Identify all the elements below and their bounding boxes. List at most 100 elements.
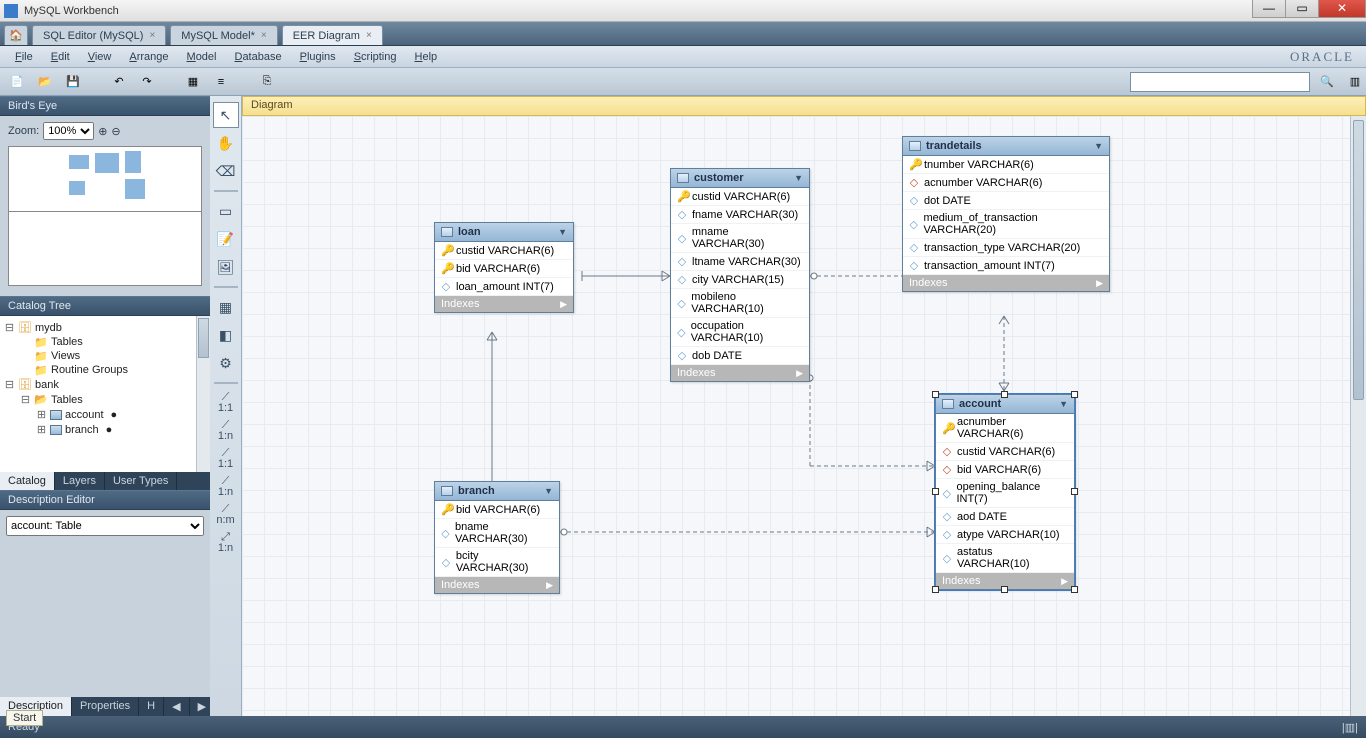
expand-icon[interactable]: ▶ — [546, 580, 553, 591]
desc-tab-h[interactable]: H — [139, 697, 164, 716]
chevron-down-icon[interactable]: ▼ — [1059, 399, 1068, 409]
tool-note[interactable]: 📝 — [213, 226, 239, 252]
tool-pointer[interactable]: ↖ — [213, 102, 239, 128]
zoom-in-icon[interactable]: ⊕ — [98, 125, 107, 138]
column-row[interactable]: ◇fname VARCHAR(30) — [671, 206, 809, 224]
tab-eer-diagram[interactable]: EER Diagram× — [282, 25, 383, 45]
canvas-tab[interactable]: Diagram — [242, 96, 1366, 116]
tool-hand[interactable]: ✋ — [213, 130, 239, 156]
tree-db-bank[interactable]: ⊟🗄bank — [4, 377, 206, 392]
description-select[interactable]: account: Table — [6, 516, 204, 536]
expand-icon[interactable]: ▶ — [796, 368, 803, 379]
column-row[interactable]: 🔑bid VARCHAR(6) — [435, 501, 559, 519]
align-button[interactable]: ≡ — [210, 71, 232, 93]
column-row[interactable]: ◇acnumber VARCHAR(6) — [903, 174, 1109, 192]
catalog-tab-layers[interactable]: Layers — [55, 472, 105, 490]
tree-table-account[interactable]: ⊞account● — [4, 407, 206, 422]
column-row[interactable]: ◇bname VARCHAR(30) — [435, 519, 559, 548]
column-row[interactable]: ◇bid VARCHAR(6) — [936, 461, 1074, 479]
column-row[interactable]: ◇astatus VARCHAR(10) — [936, 544, 1074, 573]
zoom-out-icon[interactable]: ⊖ — [111, 125, 120, 138]
home-tab[interactable]: 🏠 — [4, 25, 28, 45]
column-row[interactable]: 🔑custid VARCHAR(6) — [435, 242, 573, 260]
new-file-button[interactable]: 📄 — [6, 71, 28, 93]
close-button[interactable]: ✕ — [1318, 0, 1366, 18]
diagram-canvas[interactable]: loan▼ 🔑custid VARCHAR(6)🔑bid VARCHAR(6)◇… — [242, 116, 1366, 716]
chevron-down-icon[interactable]: ▼ — [558, 227, 567, 237]
minimize-button[interactable]: — — [1252, 0, 1286, 18]
entity-account[interactable]: account▼ 🔑acnumber VARCHAR(6)◇custid VAR… — [935, 394, 1075, 590]
tab-mysql-model[interactable]: MySQL Model*× — [170, 25, 277, 45]
menu-model[interactable]: Model — [178, 49, 226, 65]
column-row[interactable]: ◇mname VARCHAR(30) — [671, 224, 809, 253]
expand-icon[interactable]: ▶ — [560, 299, 567, 310]
tree-folder-routines[interactable]: 📁Routine Groups — [4, 363, 206, 377]
column-row[interactable]: ◇custid VARCHAR(6) — [936, 443, 1074, 461]
zoom-select[interactable]: 100% — [43, 122, 94, 140]
search-button[interactable]: 🔍 — [1316, 71, 1338, 93]
panel-icons[interactable]: |▥| — [1342, 721, 1358, 734]
panel-toggle-button[interactable]: ▥ — [1344, 71, 1366, 93]
menu-view[interactable]: View — [79, 49, 121, 65]
column-row[interactable]: 🔑acnumber VARCHAR(6) — [936, 414, 1074, 443]
tree-table-branch[interactable]: ⊞branch● — [4, 422, 206, 437]
column-row[interactable]: 🔑tnumber VARCHAR(6) — [903, 156, 1109, 174]
column-row[interactable]: ◇transaction_type VARCHAR(20) — [903, 239, 1109, 257]
column-row[interactable]: ◇aod DATE — [936, 508, 1074, 526]
chevron-down-icon[interactable]: ▼ — [544, 486, 553, 496]
export-button[interactable]: ⎘ — [256, 71, 278, 93]
column-row[interactable]: ◇occupation VARCHAR(10) — [671, 318, 809, 347]
menu-edit[interactable]: Edit — [42, 49, 79, 65]
column-row[interactable]: ◇dot DATE — [903, 192, 1109, 210]
chevron-down-icon[interactable]: ▼ — [794, 173, 803, 183]
tool-eraser[interactable]: ⌫ — [213, 158, 239, 184]
expand-icon[interactable]: ▶ — [1061, 576, 1068, 587]
menu-help[interactable]: Help — [406, 49, 447, 65]
column-row[interactable]: ◇ltname VARCHAR(30) — [671, 253, 809, 271]
column-row[interactable]: ◇dob DATE — [671, 347, 809, 365]
tool-rel-n-m[interactable]: ⟋n:m — [213, 502, 239, 528]
minimap[interactable] — [8, 146, 202, 286]
close-icon[interactable]: × — [261, 30, 267, 41]
column-row[interactable]: ◇mobileno VARCHAR(10) — [671, 289, 809, 318]
save-button[interactable]: 💾 — [62, 71, 84, 93]
expand-icon[interactable]: ▶ — [1096, 278, 1103, 289]
tool-rel-1-n-pick[interactable]: ⤢1:n — [213, 530, 239, 556]
catalog-scrollbar[interactable] — [196, 316, 210, 472]
search-input[interactable] — [1130, 72, 1310, 92]
tab-nav-left[interactable]: ◀ — [164, 697, 189, 716]
menu-plugins[interactable]: Plugins — [291, 49, 345, 65]
tool-rel-1-1-id[interactable]: ⟋1:1 — [213, 446, 239, 472]
maximize-button[interactable]: ▭ — [1285, 0, 1319, 18]
entity-trandetails[interactable]: trandetails▼ 🔑tnumber VARCHAR(6)◇acnumbe… — [902, 136, 1110, 292]
entity-loan[interactable]: loan▼ 🔑custid VARCHAR(6)🔑bid VARCHAR(6)◇… — [434, 222, 574, 313]
column-row[interactable]: ◇medium_of_transaction VARCHAR(20) — [903, 210, 1109, 239]
tool-layer[interactable]: ▭ — [213, 198, 239, 224]
menu-scripting[interactable]: Scripting — [345, 49, 406, 65]
entity-customer[interactable]: customer▼ 🔑custid VARCHAR(6)◇fname VARCH… — [670, 168, 810, 382]
desc-tab-properties[interactable]: Properties — [72, 697, 139, 716]
canvas-scrollbar[interactable] — [1350, 116, 1366, 716]
tool-image[interactable]: 🖼 — [213, 254, 239, 280]
column-row[interactable]: 🔑custid VARCHAR(6) — [671, 188, 809, 206]
column-row[interactable]: ◇atype VARCHAR(10) — [936, 526, 1074, 544]
tool-rel-1-n-id[interactable]: ⟋1:n — [213, 474, 239, 500]
entity-branch[interactable]: branch▼ 🔑bid VARCHAR(6)◇bname VARCHAR(30… — [434, 481, 560, 594]
menu-file[interactable]: File — [6, 49, 42, 65]
open-file-button[interactable]: 📂 — [34, 71, 56, 93]
tool-table[interactable]: ▦ — [213, 294, 239, 320]
column-row[interactable]: ◇transaction_amount INT(7) — [903, 257, 1109, 275]
close-icon[interactable]: × — [149, 30, 155, 41]
tree-db-mydb[interactable]: ⊟🗄mydb — [4, 320, 206, 335]
column-row[interactable]: ◇opening_balance INT(7) — [936, 479, 1074, 508]
menu-arrange[interactable]: Arrange — [120, 49, 177, 65]
grid-button[interactable]: ▦ — [182, 71, 204, 93]
tool-routine[interactable]: ⚙ — [213, 350, 239, 376]
catalog-tab-catalog[interactable]: Catalog — [0, 472, 55, 490]
column-row[interactable]: ◇bcity VARCHAR(30) — [435, 548, 559, 577]
tree-folder-bank-tables[interactable]: ⊟📂Tables — [4, 392, 206, 407]
column-row[interactable]: 🔑bid VARCHAR(6) — [435, 260, 573, 278]
menu-database[interactable]: Database — [225, 49, 290, 65]
undo-button[interactable]: ↶ — [108, 71, 130, 93]
column-row[interactable]: ◇loan_amount INT(7) — [435, 278, 573, 296]
